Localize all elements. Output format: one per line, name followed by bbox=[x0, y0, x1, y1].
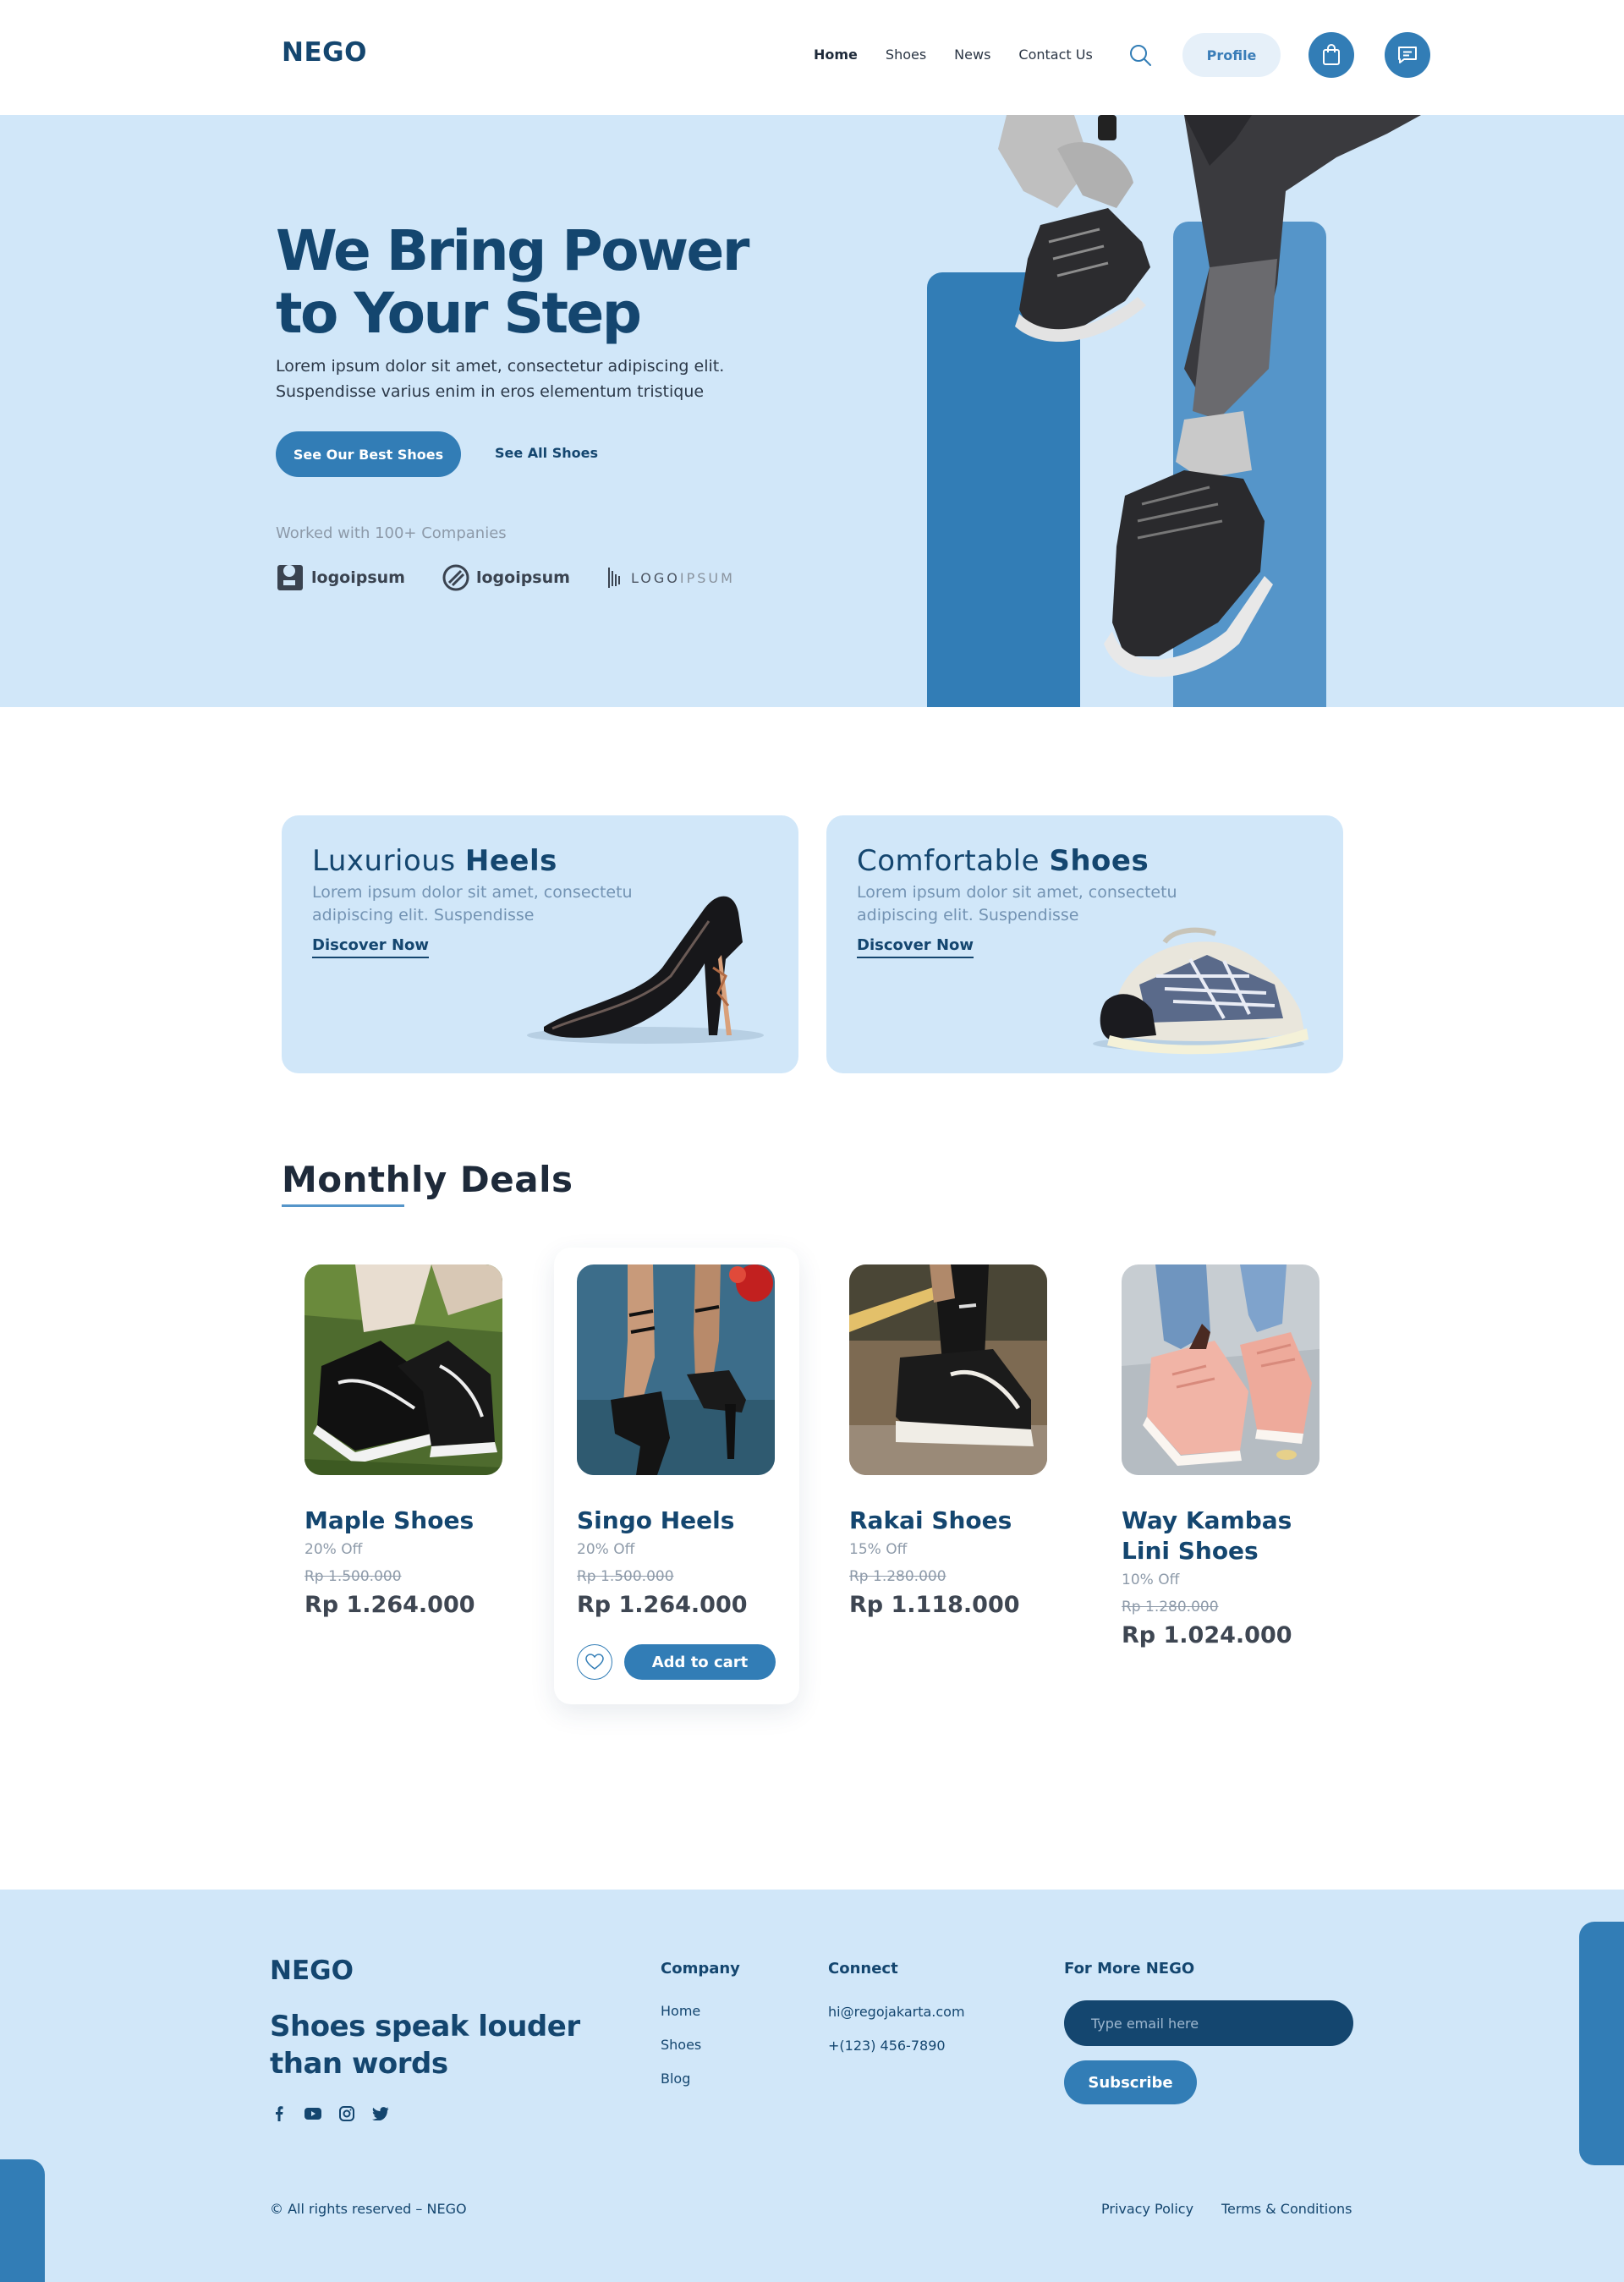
nav-link-shoes[interactable]: Shoes bbox=[886, 47, 926, 63]
hero-description: Lorem ipsum dolor sit amet, consectetur … bbox=[276, 357, 725, 401]
terms-link[interactable]: Terms & Conditions bbox=[1221, 2201, 1352, 2217]
see-best-shoes-button[interactable]: See Our Best Shoes bbox=[276, 431, 461, 477]
nav-link-contact[interactable]: Contact Us bbox=[1018, 47, 1092, 63]
twitter-icon bbox=[372, 2107, 389, 2120]
footer-company-heading: Company bbox=[661, 1960, 740, 1978]
product-price: Rp 1.024.000 bbox=[1122, 1622, 1292, 1648]
product-price: Rp 1.118.000 bbox=[849, 1592, 1020, 1618]
youtube-link[interactable] bbox=[304, 2104, 322, 2123]
category-title-light: Luxurious bbox=[312, 844, 456, 878]
worked-with-text: Worked with 100+ Companies bbox=[276, 524, 507, 542]
product-discount: 15% Off bbox=[849, 1541, 908, 1558]
privacy-policy-link[interactable]: Privacy Policy bbox=[1101, 2201, 1193, 2217]
logoipsum-bars-icon bbox=[607, 568, 620, 588]
product-name[interactable]: Rakai Shoes bbox=[849, 1506, 1061, 1536]
footer-link-blog[interactable]: Blog bbox=[661, 2071, 690, 2087]
logoipsum-circle-icon bbox=[442, 564, 469, 591]
profile-button[interactable]: Profile bbox=[1182, 33, 1281, 77]
copyright-text: © All rights reserved – NEGO bbox=[270, 2201, 467, 2217]
product-name[interactable]: Maple Shoes bbox=[304, 1506, 516, 1536]
twitter-link[interactable] bbox=[371, 2104, 390, 2123]
product-discount: 20% Off bbox=[304, 1541, 363, 1558]
nav-links: Home Shoes News Contact Us bbox=[814, 47, 1121, 63]
discover-heels-link[interactable]: Discover Now bbox=[312, 936, 430, 958]
nav-logo[interactable]: NEGO bbox=[282, 37, 367, 68]
product-old-price: Rp 1.500.000 bbox=[304, 1568, 402, 1585]
search-icon[interactable] bbox=[1127, 42, 1153, 68]
partner-logos: logoipsum logoipsum LOGOIPSUM bbox=[276, 563, 772, 592]
category-title-bold: Shoes bbox=[1049, 844, 1149, 878]
product-discount: 10% Off bbox=[1122, 1572, 1180, 1588]
shopping-bag-icon bbox=[1323, 44, 1340, 65]
product-old-price: Rp 1.280.000 bbox=[1122, 1599, 1219, 1616]
product-price: Rp 1.264.000 bbox=[577, 1592, 748, 1618]
product-image-waykambas bbox=[1122, 1264, 1320, 1475]
product-card-featured[interactable]: Singo Heels 20% Off Rp 1.500.000 Rp 1.26… bbox=[554, 1248, 799, 1704]
maple-shoes-photo bbox=[304, 1264, 502, 1475]
partner-name-3: LOGOIPSUM bbox=[631, 570, 735, 586]
add-to-cart-button[interactable]: Add to cart bbox=[624, 1644, 776, 1680]
heel-shoe-image bbox=[527, 896, 764, 1044]
footer-link-shoes[interactable]: Shoes bbox=[661, 2037, 701, 2053]
instagram-icon bbox=[339, 2106, 354, 2121]
partner-name-3a: LOGO bbox=[630, 569, 680, 586]
product-image-singo bbox=[577, 1264, 775, 1475]
nav-link-home[interactable]: Home bbox=[814, 47, 858, 63]
category-title-light: Comfortable bbox=[857, 844, 1040, 878]
subscribe-button[interactable]: Subscribe bbox=[1064, 2060, 1197, 2104]
hero-sneaker-photo bbox=[998, 115, 1421, 677]
monthly-deals-title: Monthly Deals bbox=[282, 1159, 573, 1200]
product-old-price: Rp 1.280.000 bbox=[849, 1568, 946, 1585]
deals-title-underline bbox=[282, 1204, 404, 1207]
product-discount: 20% Off bbox=[577, 1541, 635, 1558]
singo-heels-photo bbox=[577, 1264, 775, 1475]
top-nav: NEGO Home Shoes News Contact Us Profile bbox=[0, 0, 1624, 115]
footer-connect-heading: Connect bbox=[828, 1960, 898, 1978]
partner-name-1: logoipsum bbox=[311, 568, 405, 587]
product-image-rakai bbox=[849, 1264, 1047, 1475]
logoipsum-square-icon bbox=[277, 565, 303, 590]
footer-logo[interactable]: NEGO bbox=[270, 1956, 354, 1986]
hero-title: We Bring Power to Your Step bbox=[276, 218, 749, 346]
category-card-shoes[interactable]: Comfortable Shoes Lorem ipsum dolor sit … bbox=[826, 815, 1343, 1073]
see-all-shoes-link[interactable]: See All Shoes bbox=[495, 445, 598, 461]
youtube-icon bbox=[304, 2108, 321, 2120]
product-old-price: Rp 1.500.000 bbox=[577, 1568, 674, 1585]
newsletter-email-input[interactable]: Type email here bbox=[1064, 2000, 1353, 2046]
footer-decor-left bbox=[0, 2159, 45, 2282]
footer: NEGO Shoes speak louder than words Compa… bbox=[0, 1890, 1624, 2282]
nav-link-news[interactable]: News bbox=[954, 47, 990, 63]
partner-name-3b: IPSUM bbox=[679, 569, 735, 586]
footer-newsletter-heading: For More NEGO bbox=[1064, 1960, 1195, 1978]
category-card-heels[interactable]: Luxurious Heels Lorem ipsum dolor sit am… bbox=[282, 815, 798, 1073]
category-title-shoes: Comfortable Shoes bbox=[857, 844, 1149, 878]
footer-email-link[interactable]: hi@regojakarta.com bbox=[828, 2004, 965, 2020]
partner-logo-2: logoipsum bbox=[442, 564, 570, 591]
discover-shoes-link[interactable]: Discover Now bbox=[857, 936, 974, 958]
partner-logo-1: logoipsum bbox=[276, 563, 405, 592]
shopping-bag-button[interactable] bbox=[1309, 32, 1354, 78]
footer-decor-right bbox=[1579, 1922, 1624, 2165]
hero-section: We Bring Power to Your Step Lorem ipsum … bbox=[0, 115, 1624, 707]
partner-logo-3: LOGOIPSUM bbox=[607, 564, 735, 591]
product-name[interactable]: Singo Heels bbox=[577, 1506, 788, 1536]
heart-icon bbox=[585, 1654, 604, 1670]
instagram-link[interactable] bbox=[337, 2104, 356, 2123]
facebook-link[interactable] bbox=[270, 2104, 288, 2123]
product-price: Rp 1.264.000 bbox=[304, 1592, 475, 1618]
rakai-shoes-photo bbox=[849, 1264, 1047, 1475]
product-image-maple bbox=[304, 1264, 502, 1475]
chat-button[interactable] bbox=[1385, 32, 1430, 78]
footer-phone-link[interactable]: +(123) 456-7890 bbox=[828, 2038, 946, 2054]
way-kambas-shoes-photo bbox=[1122, 1264, 1320, 1475]
wishlist-button[interactable] bbox=[577, 1644, 612, 1680]
footer-tagline: Shoes speak louder than words bbox=[270, 2010, 580, 2081]
footer-link-home[interactable]: Home bbox=[661, 2003, 700, 2019]
social-links bbox=[270, 2104, 405, 2123]
facebook-icon bbox=[276, 2106, 283, 2121]
chat-icon bbox=[1398, 47, 1417, 63]
product-name[interactable]: Way Kambas Lini Shoes bbox=[1122, 1506, 1333, 1566]
sneaker-shoe-image bbox=[1093, 927, 1309, 1055]
partner-name-2: logoipsum bbox=[475, 568, 570, 587]
